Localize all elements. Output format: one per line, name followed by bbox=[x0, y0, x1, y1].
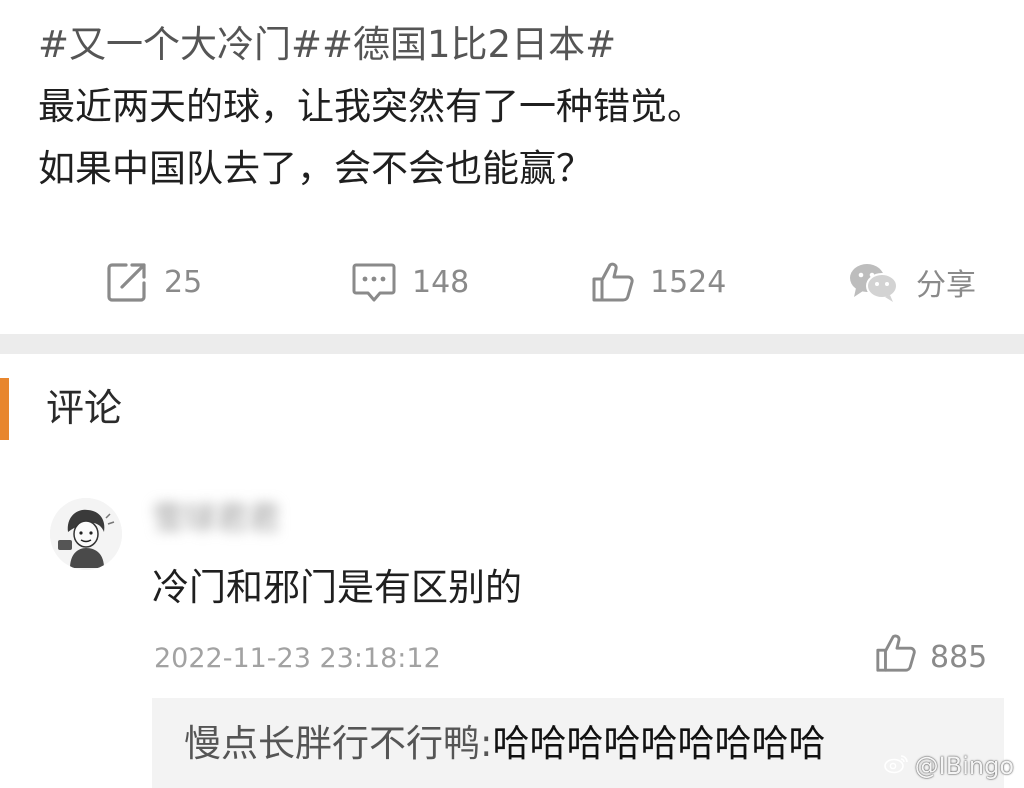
reply-line: 慢点长胖行不行鸭:哈哈哈哈哈哈哈哈哈 bbox=[184, 716, 825, 772]
comment-like-count: 885 bbox=[930, 639, 988, 675]
section-divider bbox=[0, 334, 1024, 354]
post-text-line-1: 最近两天的球，让我突然有了一种错觉。 bbox=[38, 85, 704, 128]
comment-count: 148 bbox=[412, 264, 470, 300]
share-button[interactable]: 分享 bbox=[846, 252, 976, 312]
reply-box[interactable]: 慢点长胖行不行鸭:哈哈哈哈哈哈哈哈哈 bbox=[152, 698, 1004, 788]
post-body: #又一个大冷门##德国1比2日本# 最近两天的球，让我突然有了一种错觉。 如果中… bbox=[38, 14, 998, 200]
post-topic-line[interactable]: #又一个大冷门##德国1比2日本# bbox=[38, 14, 998, 76]
like-count: 1524 bbox=[650, 264, 727, 300]
avatar[interactable] bbox=[50, 498, 122, 570]
comments-header: 评论 bbox=[0, 370, 1024, 446]
thumbs-up-icon bbox=[874, 631, 918, 683]
reply-text: 哈哈哈哈哈哈哈哈哈 bbox=[492, 722, 826, 765]
weibo-post: #又一个大冷门##德国1比2日本# 最近两天的球，让我突然有了一种错觉。 如果中… bbox=[0, 0, 1024, 334]
watermark: @IBingo bbox=[883, 752, 1014, 780]
comments-title: 评论 bbox=[46, 386, 123, 430]
comment-button[interactable]: 148 bbox=[350, 252, 469, 312]
repost-icon bbox=[104, 259, 150, 305]
weibo-icon bbox=[883, 752, 909, 780]
share-label: 分享 bbox=[916, 268, 976, 303]
comment-item: 雪球君君 冷门和邪门是有区别的 2022-11-23 23:18:12 885 … bbox=[0, 486, 1024, 788]
comment-like-button[interactable]: 885 bbox=[874, 632, 987, 682]
comment-username[interactable]: 雪球君君 bbox=[152, 496, 332, 540]
repost-count: 25 bbox=[164, 264, 203, 300]
section-accent-bar bbox=[0, 378, 9, 440]
comment-timestamp: 2022-11-23 23:18:12 bbox=[154, 643, 441, 674]
like-button[interactable]: 1524 bbox=[590, 252, 726, 312]
repost-button[interactable]: 25 bbox=[104, 252, 202, 312]
thumbs-up-icon bbox=[590, 259, 636, 305]
comment-text: 冷门和邪门是有区别的 bbox=[152, 566, 522, 609]
comment-icon bbox=[350, 259, 398, 305]
wechat-icon bbox=[846, 259, 902, 305]
post-text-line-2: 如果中国队去了，会不会也能赢？ bbox=[38, 147, 593, 190]
post-action-bar: 25 148 1524 分享 bbox=[0, 252, 1024, 312]
watermark-text: @IBingo bbox=[914, 752, 1014, 780]
reply-username[interactable]: 慢点长胖行不行鸭: bbox=[184, 722, 492, 765]
